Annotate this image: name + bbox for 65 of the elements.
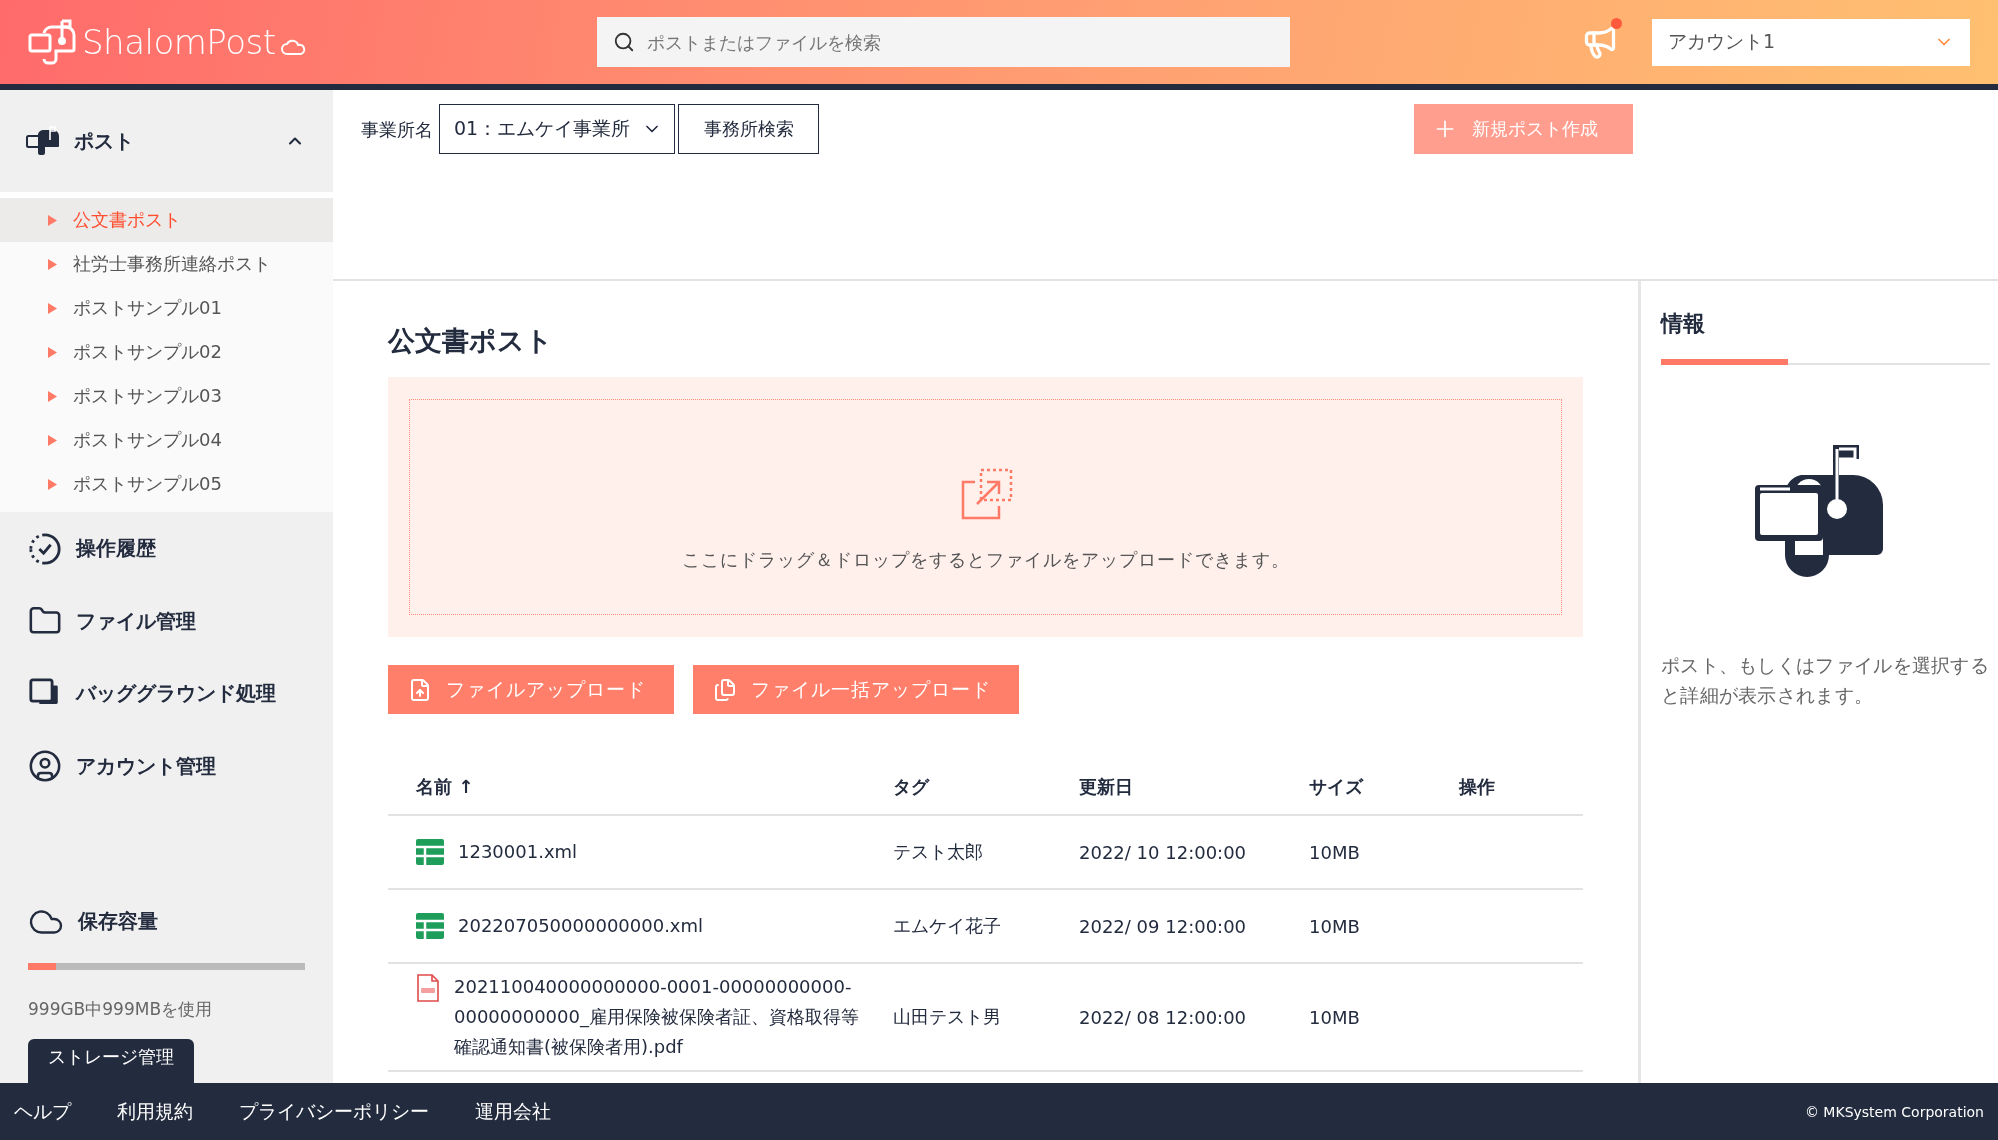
footer-link[interactable]: ヘルプ [14, 1098, 71, 1125]
account-icon [28, 749, 62, 784]
mailbox-logo-icon [28, 19, 76, 65]
account-select[interactable]: アカウント1 [1652, 18, 1970, 66]
footer-link[interactable]: 運用会社 [475, 1098, 551, 1125]
post-item[interactable]: ポストサンプル05 [0, 462, 333, 507]
size-cell-text: 10MB [1309, 841, 1361, 863]
column-header[interactable]: 操作 [1459, 775, 1583, 799]
triangle-icon [48, 215, 57, 226]
search-field[interactable]: ポストまたはファイルを検索 [597, 17, 1290, 67]
drop-zone[interactable]: ここにドラッグ＆ドロップをするとファイルをアップロードできます。 [388, 377, 1583, 637]
post-item[interactable]: ポストサンプル02 [0, 330, 333, 375]
spreadsheet-icon [416, 839, 444, 865]
file-name-cell[interactable]: 1230001.xml [416, 829, 893, 875]
file-name-cell[interactable]: 202110040000000000-0001-00000000000-00000000000_雇用保険被保険者証、資格取得等確認通知書(被保険者用).pdf [416, 964, 893, 1070]
files-icon [713, 677, 737, 702]
column-header[interactable]: サイズ [1309, 775, 1459, 799]
drop-zone-text: ここにドラッグ＆ドロップをするとファイルをアップロードできます。 [681, 548, 1290, 572]
triangle-icon [48, 479, 57, 490]
spreadsheet-icon [416, 913, 444, 939]
column-header[interactable]: 名前 ↑ [416, 775, 893, 799]
history-check-icon [28, 531, 62, 566]
storage-button[interactable]: ストレージ管理 [28, 1039, 194, 1083]
footer-link[interactable]: 利用規約 [117, 1098, 193, 1125]
office-search-button[interactable]: 事務所検索 [678, 104, 819, 154]
tag-cell-text: テスト太郎 [893, 840, 984, 864]
tag-cell-text: 山田テスト男 [893, 1005, 1002, 1029]
tag-cell-text: エムケイ花子 [893, 914, 1002, 938]
date-cell-text: 2022/ 09 12:00:00 [1079, 915, 1248, 937]
post-item[interactable]: ポストサンプル01 [0, 286, 333, 331]
nav-item[interactable]: ファイル管理 [0, 585, 333, 658]
logo-text: ShalomPost [82, 22, 276, 62]
file-name-cell[interactable]: 202207050000000000.xml [416, 903, 893, 949]
post-item[interactable]: ポストサンプル04 [0, 418, 333, 463]
office-select[interactable]: 01：エムケイ事業所 [439, 104, 675, 154]
size-cell-text: 10MB [1309, 915, 1361, 937]
pdf-file-icon [416, 974, 440, 1002]
copyright: © MKSystem Corporation [1804, 1103, 1984, 1120]
footer-link[interactable]: プライバシーポリシー [239, 1098, 429, 1125]
page-title: 公文書ポスト [388, 324, 554, 358]
triangle-icon [48, 435, 57, 446]
office-label: 事業所名 [361, 118, 433, 142]
nav-item[interactable]: アカウント管理 [0, 730, 333, 803]
column-header[interactable]: タグ [893, 775, 1079, 799]
nav-item[interactable]: バッググラウンド処理 [0, 657, 333, 731]
size-cell-text: 10MB [1309, 1006, 1361, 1028]
date-cell-text: 2022/ 10 12:00:00 [1079, 841, 1248, 863]
triangle-icon [48, 347, 57, 358]
column-header[interactable]: 更新日 [1079, 775, 1309, 799]
triangle-icon [48, 303, 57, 314]
nav-item[interactable]: 操作履歴 [0, 512, 333, 585]
date-cell-text: 2022/ 08 12:00:00 [1079, 1006, 1248, 1028]
triangle-icon [48, 259, 57, 270]
cloud-icon [281, 38, 308, 56]
search-icon [613, 31, 635, 53]
post-item[interactable]: ポストサンプル03 [0, 374, 333, 419]
megaphone-icon[interactable] [1582, 24, 1618, 60]
mailbox-icon [26, 126, 60, 157]
file-upload-icon [408, 677, 432, 702]
info-message: ポスト、もしくはファイルを選択すると詳細が表示されます。 [1661, 654, 1990, 708]
info-title: 情報 [1661, 310, 1706, 338]
storage-title: 保存容量 [78, 908, 158, 936]
post-item[interactable]: 社労士事務所連絡ポスト [0, 242, 333, 287]
triangle-icon [48, 391, 57, 402]
storage-usage: 999GB中999MBを使用 [28, 998, 214, 1021]
